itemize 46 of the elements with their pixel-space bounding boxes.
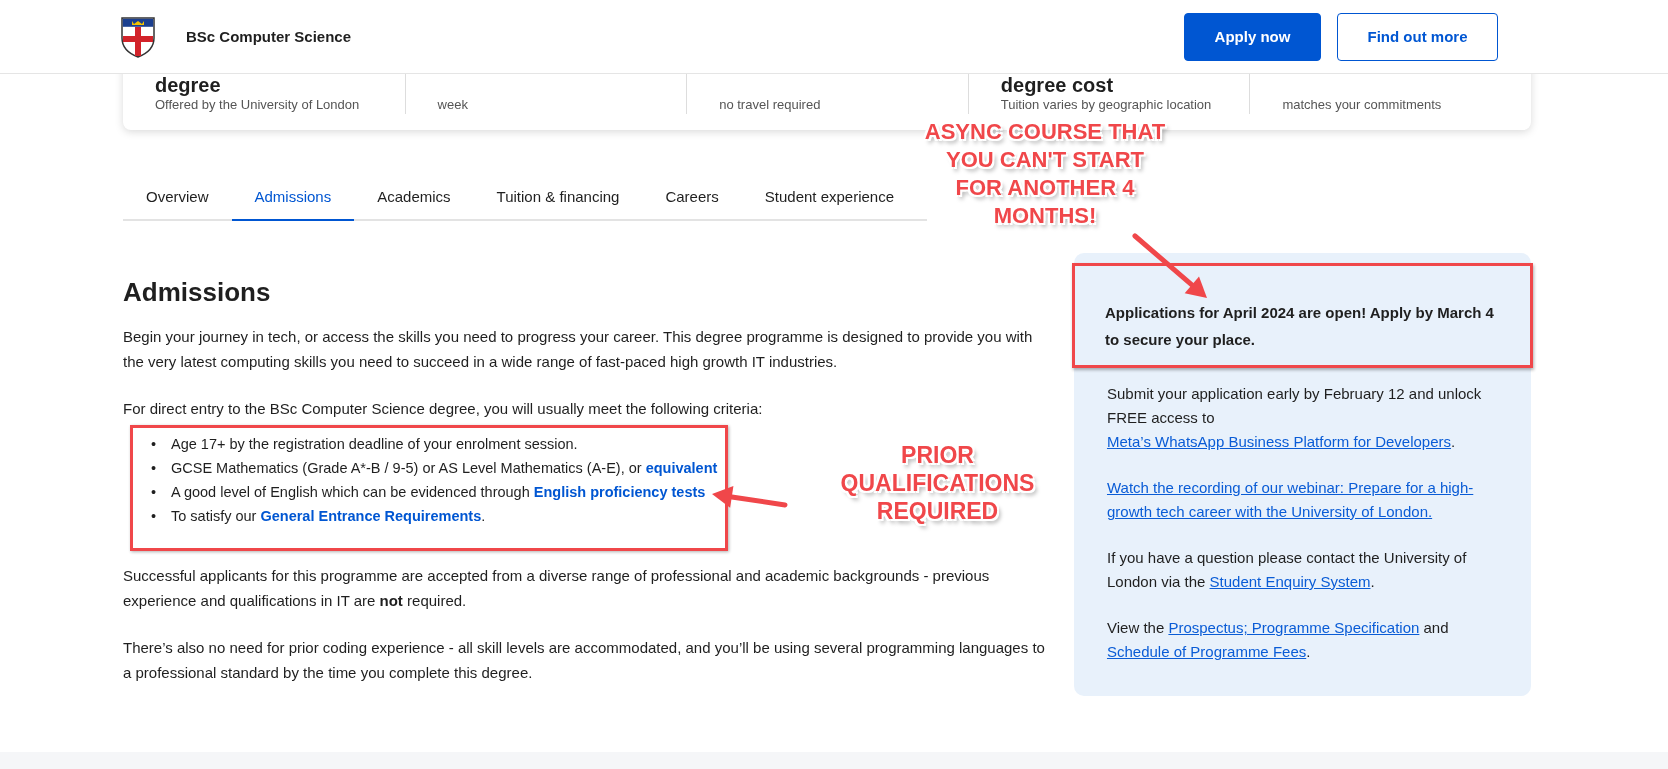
tab[interactable]: Student experience	[741, 178, 918, 221]
annotation-text: FOR ANOTHER 4	[955, 174, 1135, 202]
stat-caption: Tuition varies by geographic location	[1000, 96, 1213, 114]
text-link[interactable]: Prospectus; Programme Specification	[1168, 619, 1420, 636]
find-out-more-button[interactable]: Find out more	[1337, 12, 1498, 61]
paragraph: For direct entry to the BSc Computer Science degree, you will usually meet the following criteria:	[123, 399, 764, 419]
highlight-notice: Applications for April 2024 are open! Apply by March 4 to secure your place.	[1071, 263, 1533, 368]
tab[interactable]: Careers	[642, 178, 742, 221]
text-link[interactable]: Meta’s WhatsApp Business Platform for Developers	[1106, 433, 1451, 450]
stat-title: degree	[155, 74, 222, 96]
annotation-text: YOU CAN'T START	[946, 146, 1144, 174]
paragraph: There’s also no need for prior coding experience - all skill levels are accommodated, and you’ll be using several programming languages to a professional standard by the time you complete this degree.	[123, 638, 1046, 683]
paragraph: Begin your journey in tech, or access the skills you need to progress your career. This degree programme is designed to provide you with the very latest computing skills you need to succeed in a wide range of fast-paced high growth IT industries.	[123, 327, 1034, 372]
webinar-link[interactable]: Watch the recording of our webinar: Prepare for a high-growth tech career with the University of London.	[1106, 476, 1503, 524]
bullet: •	[151, 459, 158, 478]
annotation-text: MONTHS!	[993, 202, 1097, 230]
panel-paragraph: View the Prospectus; Programme Specification and Schedule of Programme Fees.	[1105, 618, 1450, 662]
annotation-text: REQUIRED	[876, 497, 999, 525]
annotation-text: PRIOR	[901, 441, 974, 469]
stat-caption: week	[437, 96, 469, 114]
tab[interactable]: Admissions	[231, 178, 355, 221]
shield-logo-icon	[120, 15, 156, 58]
paragraph: Successful applicants for this programme are accepted from a diverse range of professional and academic backgrounds - previous experience and qualifications in IT are not required.	[123, 566, 991, 611]
site-title: BSc Computer Science	[186, 28, 352, 45]
criteria-item: Age 17+ by the registration deadline of your enrolment session.	[171, 435, 579, 454]
tab[interactable]: Overview	[123, 178, 232, 221]
criteria-item: To satisfy our General Entrance Requirements.	[171, 507, 487, 526]
criteria-item: GCSE Mathematics (Grade A*-B / 9-5) or AS Level Mathematics (A-E), or equivalent	[171, 459, 719, 478]
panel-paragraph: If you have a question please contact the University of London via the Student Enquiry System.	[1105, 548, 1468, 592]
stat-caption: matches your commitments	[1282, 96, 1443, 114]
text-link[interactable]: equivalent	[645, 460, 718, 476]
annotation-text: QUALIFICATIONS	[840, 469, 1035, 497]
stat-caption: no travel required	[719, 96, 822, 114]
section-heading: Admissions	[123, 277, 272, 308]
panel-paragraph: Submit your application early by February 12 and unlock FREE access to Meta’s WhatsApp Business Platform for Developers.	[1105, 384, 1483, 452]
bullet: •	[151, 483, 158, 502]
text-link[interactable]: English proficiency tests	[533, 484, 706, 500]
tab[interactable]: Academics	[354, 178, 474, 221]
tab[interactable]: Tuition & financing	[473, 178, 643, 221]
stat-caption: Offered by the University of London	[155, 96, 361, 114]
bullet: •	[151, 435, 158, 454]
annotation-text: ASYNC COURSE THAT	[924, 118, 1166, 146]
bullet: •	[151, 507, 158, 526]
apply-button[interactable]: Apply now	[1184, 12, 1321, 61]
text-link[interactable]: Student Enquiry System	[1209, 573, 1371, 590]
stat-title: degree cost	[1000, 74, 1115, 96]
